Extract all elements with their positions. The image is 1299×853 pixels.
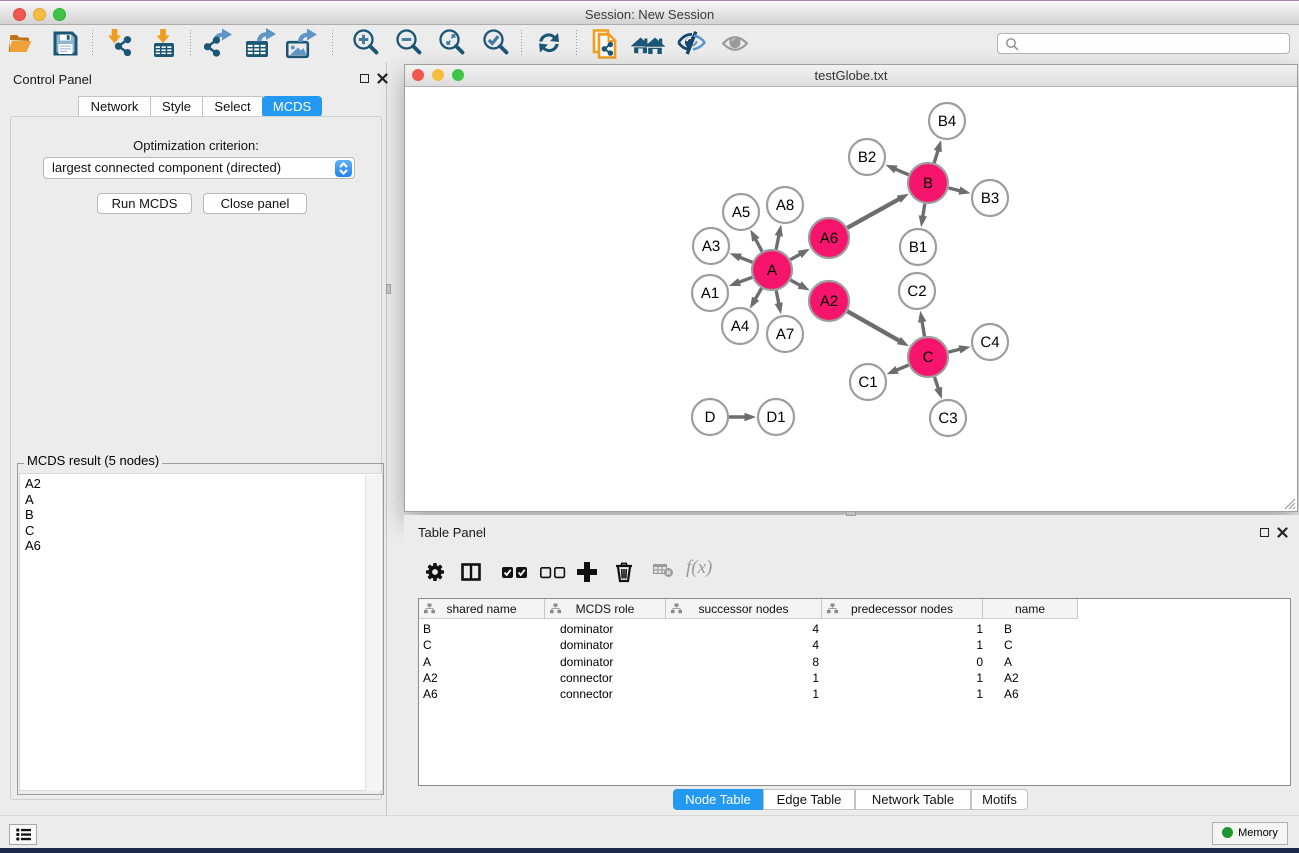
svg-text:A: A (767, 262, 777, 279)
svg-text:A1: A1 (701, 285, 719, 302)
svg-text:D1: D1 (766, 409, 785, 426)
svg-text:C1: C1 (858, 374, 877, 391)
svg-text:B: B (923, 175, 933, 192)
svg-text:B4: B4 (938, 113, 956, 130)
svg-text:C2: C2 (907, 283, 926, 300)
svg-text:B2: B2 (858, 149, 876, 166)
svg-text:C3: C3 (938, 410, 957, 427)
svg-text:B3: B3 (981, 190, 999, 207)
svg-text:A6: A6 (820, 230, 838, 247)
svg-text:A7: A7 (776, 326, 794, 343)
svg-text:A4: A4 (731, 318, 749, 335)
svg-text:C4: C4 (980, 334, 999, 351)
svg-text:A5: A5 (732, 204, 750, 221)
svg-text:A8: A8 (776, 197, 794, 214)
svg-text:C: C (923, 349, 934, 366)
svg-text:D: D (705, 409, 716, 426)
svg-text:f(x): f(x) (686, 557, 712, 578)
svg-text:A3: A3 (702, 238, 720, 255)
svg-text:A2: A2 (820, 293, 838, 310)
svg-text:B1: B1 (909, 239, 927, 256)
